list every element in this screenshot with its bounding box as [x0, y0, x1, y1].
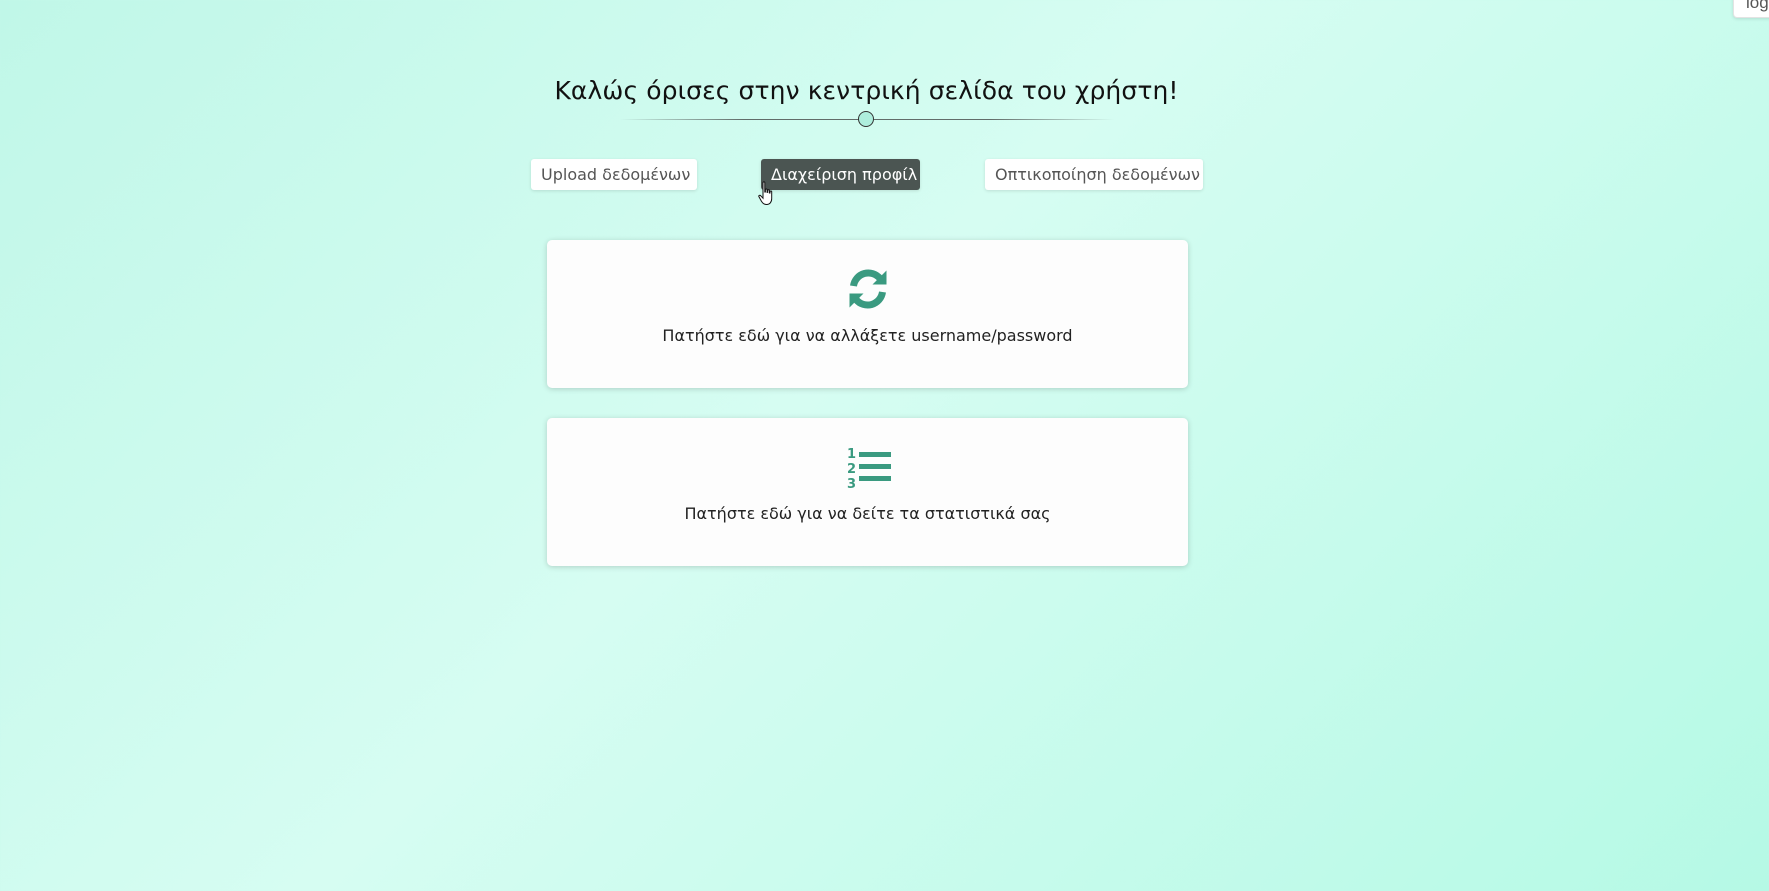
upload-data-button[interactable]: Upload δεδομένων — [531, 159, 697, 190]
ordered-list-icon: 1 2 3 — [847, 447, 891, 490]
logout-button[interactable]: log — [1733, 0, 1769, 18]
change-credentials-text: Πατήστε εδώ για να αλλάξετε username/pas… — [662, 326, 1073, 345]
visualize-data-button[interactable]: Οπτικοποίηση δεδομένων — [985, 159, 1203, 190]
view-statistics-text: Πατήστε εδώ για να δείτε τα στατιστικά σ… — [684, 504, 1051, 523]
sync-icon — [849, 269, 887, 309]
view-statistics-card[interactable]: 1 2 3 Πατήστε εδώ για να δείτε τα στατισ… — [547, 418, 1188, 566]
hand-cursor-icon — [758, 181, 773, 206]
page-title: Καλώς όρισες στην κεντρική σελίδα του χρ… — [554, 76, 1179, 105]
change-credentials-card[interactable]: Πατήστε εδώ για να αλλάξετε username/pas… — [547, 240, 1188, 388]
manage-profile-button[interactable]: Διαχείριση προφίλ — [761, 159, 920, 190]
svg-text:1: 1 — [847, 447, 856, 462]
divider-knob — [858, 111, 874, 127]
svg-text:2: 2 — [847, 462, 856, 477]
svg-text:3: 3 — [847, 477, 856, 490]
